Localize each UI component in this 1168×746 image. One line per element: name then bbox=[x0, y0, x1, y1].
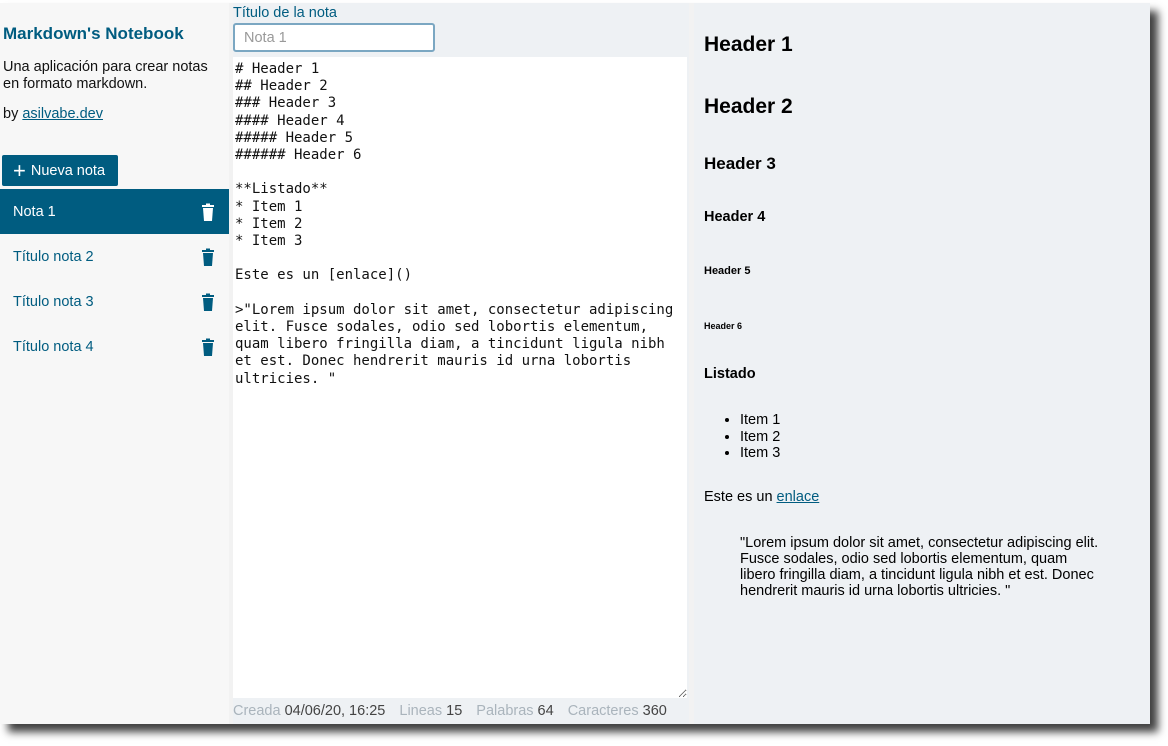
markdown-preview: Header 1 Header 2 Header 3 Header 4 Head… bbox=[694, 3, 1150, 724]
status-bar: Creada 04/06/20, 16:25 Lineas 15 Palabras 6… bbox=[233, 703, 677, 719]
sidebar: Markdown's Notebook Una aplicación para … bbox=[0, 3, 229, 724]
preview-link[interactable]: enlace bbox=[777, 489, 820, 505]
created-value: 04/06/20, 16:25 bbox=[284, 703, 386, 719]
author-link[interactable]: asilvabe.dev bbox=[22, 106, 103, 122]
new-note-button[interactable]: + Nueva nota bbox=[2, 155, 118, 186]
editor-panel: Título de la nota # Header 1 ## Header 2… bbox=[233, 3, 689, 724]
trash-icon[interactable] bbox=[201, 293, 215, 311]
preview-paragraph: Este es un enlace bbox=[704, 489, 819, 505]
paragraph-text: Este es un bbox=[704, 489, 773, 505]
new-note-label: Nueva nota bbox=[30, 162, 106, 179]
preview-h2: Header 2 bbox=[704, 95, 793, 118]
app-window: Markdown's Notebook Una aplicación para … bbox=[0, 3, 1150, 724]
note-title: Título nota 3 bbox=[13, 293, 94, 310]
note-item[interactable]: Nota 1 bbox=[0, 189, 229, 234]
list-item: Item 2 bbox=[740, 429, 780, 446]
markdown-editor[interactable]: # Header 1 ## Header 2 ### Header 3 ####… bbox=[233, 57, 687, 698]
chars-value: 360 bbox=[642, 703, 667, 719]
list-item: Item 3 bbox=[740, 445, 780, 462]
list-item: Item 1 bbox=[740, 412, 780, 429]
chars-label: Caracteres bbox=[567, 703, 639, 719]
words-value: 64 bbox=[537, 703, 554, 719]
preview-blockquote: "Lorem ipsum dolor sit amet, consectetur… bbox=[740, 535, 1099, 599]
note-list: Nota 1 Título nota 2 Título nota 3 Títul… bbox=[0, 189, 229, 369]
words-label: Palabras bbox=[476, 703, 534, 719]
note-title: Nota 1 bbox=[13, 203, 56, 220]
preview-h3: Header 3 bbox=[704, 154, 776, 173]
note-title: Título nota 2 bbox=[13, 248, 94, 265]
preview-h4: Header 4 bbox=[704, 209, 766, 225]
preview-h6: Header 6 bbox=[704, 321, 743, 331]
preview-h5: Header 5 bbox=[704, 265, 751, 277]
note-item[interactable]: Título nota 3 bbox=[0, 279, 229, 324]
note-title: Título nota 4 bbox=[13, 338, 94, 355]
preview-list-title: Listado bbox=[704, 366, 756, 382]
title-field-label: Título de la nota bbox=[233, 5, 337, 21]
trash-icon[interactable] bbox=[201, 338, 215, 356]
note-item[interactable]: Título nota 2 bbox=[0, 234, 229, 279]
trash-icon[interactable] bbox=[201, 248, 215, 266]
trash-icon[interactable] bbox=[201, 203, 215, 221]
created-label: Creada bbox=[233, 703, 281, 719]
app-description: Una aplicación para crear notas en forma… bbox=[3, 59, 208, 92]
byline-prefix: by bbox=[3, 106, 19, 122]
byline: by asilvabe.dev bbox=[3, 106, 103, 122]
lines-value: 15 bbox=[446, 703, 463, 719]
preview-list: Item 1 Item 2 Item 3 bbox=[704, 412, 780, 462]
app-title: Markdown's Notebook bbox=[3, 24, 184, 43]
note-title-input[interactable] bbox=[233, 23, 435, 52]
plus-icon: + bbox=[13, 157, 26, 183]
lines-label: Lineas bbox=[399, 703, 443, 719]
note-item[interactable]: Título nota 4 bbox=[0, 324, 229, 369]
preview-h1: Header 1 bbox=[704, 33, 793, 56]
